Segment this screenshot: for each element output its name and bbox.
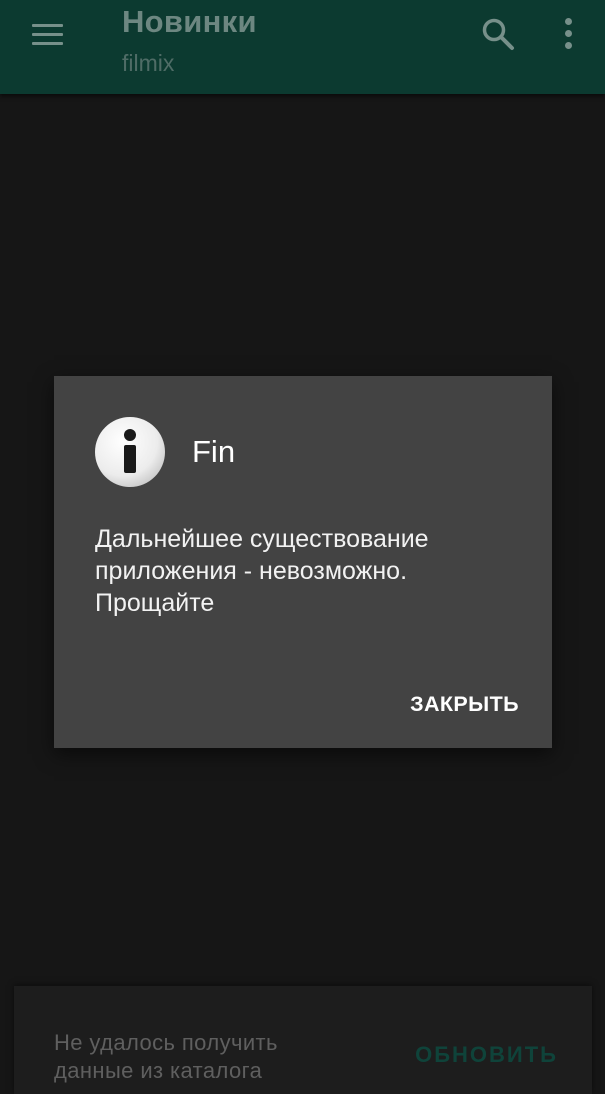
app-bar: Новинки filmix xyxy=(0,0,605,94)
page-title: Новинки xyxy=(122,4,257,39)
hamburger-menu-icon[interactable] xyxy=(32,24,63,46)
search-icon[interactable] xyxy=(480,16,516,52)
dialog-message-line: приложения - невозможно. xyxy=(95,557,408,585)
more-vertical-icon[interactable] xyxy=(562,18,576,50)
close-button[interactable]: ЗАКРЫТЬ xyxy=(410,692,519,717)
dialog-message: Дальнейшее существование приложения - не… xyxy=(95,523,515,619)
info-icon xyxy=(94,416,166,488)
snackbar: Не удалось получить данные из каталога О… xyxy=(14,986,592,1094)
refresh-button[interactable]: ОБНОВИТЬ xyxy=(415,1042,558,1068)
page-subtitle: filmix xyxy=(122,50,175,76)
snackbar-message-line: Не удалось получить xyxy=(54,1030,278,1055)
dialog-message-line: Прощайте xyxy=(95,589,215,617)
snackbar-message: Не удалось получить данные из каталога xyxy=(54,1029,354,1085)
dialog-message-line: Дальнейшее существование xyxy=(95,525,429,553)
snackbar-message-line: данные из каталога xyxy=(54,1058,263,1083)
dialog-title: Fin xyxy=(192,434,236,469)
screen: Новинки filmix Fin Дальнейшее существова… xyxy=(0,0,605,1094)
alert-dialog: Fin Дальнейшее существование приложения … xyxy=(54,376,552,748)
